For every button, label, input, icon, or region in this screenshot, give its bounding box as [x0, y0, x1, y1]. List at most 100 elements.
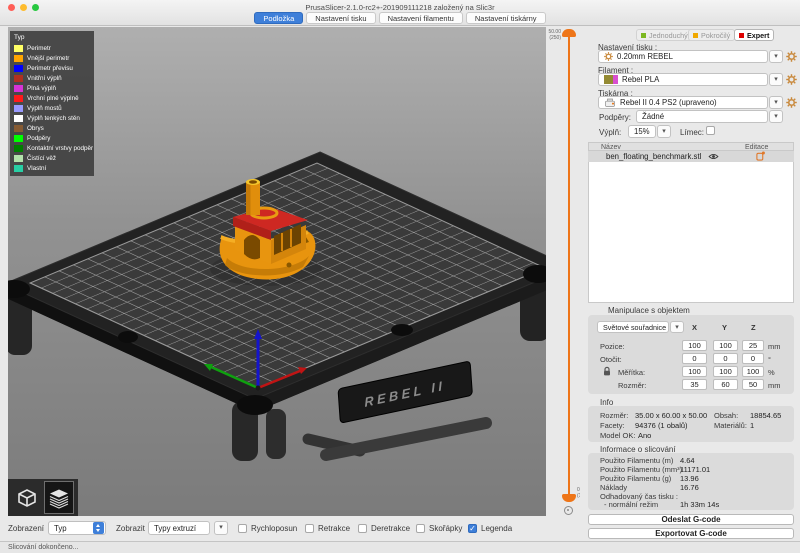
shells-label: Skořápky	[429, 524, 462, 533]
layer-slider-lower-thumb[interactable]	[562, 494, 576, 502]
scale-y-input[interactable]: 100	[713, 366, 738, 377]
info-volume-value: 18854.65	[750, 411, 781, 420]
legend-label: Podpěry	[27, 135, 50, 142]
sliced-row-value: 13.96	[680, 474, 699, 483]
preview-toolbar: Zobrazení Typ Zobrazit Typy extruzí Rych…	[0, 516, 580, 541]
show-features-label: Zobrazit	[116, 524, 145, 533]
name-column-header: Název	[601, 144, 621, 151]
legend-swatch	[14, 135, 23, 142]
print-settings-dropdown-button[interactable]	[769, 50, 783, 63]
rotate-z-input[interactable]: 0	[742, 353, 764, 364]
mode-expert-button[interactable]: Expert	[734, 29, 774, 41]
supports-combo[interactable]: Žádné	[636, 110, 768, 123]
layer-slider-upper-thumb[interactable]	[562, 29, 576, 37]
coordinate-system-combo[interactable]: Světové souřadnice	[597, 321, 669, 333]
manipulation-panel: Světové souřadnice X Y Z Pozice: 100 100…	[588, 315, 794, 394]
size-y-input[interactable]: 60	[713, 379, 738, 390]
sliced-row-label: Použito Filamentu (g)	[600, 474, 671, 483]
tab-filament-settings[interactable]: Nastavení filamentu	[379, 12, 463, 24]
tab-print-settings[interactable]: Nastavení tisku	[306, 12, 375, 24]
legend-checkbox-label: Legenda	[481, 524, 512, 533]
rotate-y-input[interactable]: 0	[713, 353, 738, 364]
legend-label: Plná výplň	[27, 85, 56, 92]
legend-label: Perimetr	[27, 45, 51, 52]
eye-icon[interactable]	[708, 153, 719, 160]
legend-label: Vrchní plné výplně	[27, 95, 79, 102]
legend-swatch	[14, 45, 23, 52]
legend-checkbox[interactable]	[468, 524, 477, 533]
size-z-input[interactable]: 50	[742, 379, 764, 390]
cube-icon	[15, 486, 39, 510]
unretractions-checkbox[interactable]	[358, 524, 367, 533]
brim-checkbox[interactable]	[706, 126, 715, 135]
legend-label: Vlastní	[27, 165, 46, 172]
legend-swatch	[14, 115, 23, 122]
filament-combo[interactable]: Rebel PLA	[598, 73, 768, 86]
retractions-label: Retrakce	[318, 524, 350, 533]
rotate-label: Otočit:	[600, 355, 622, 364]
info-materials-label: Materiálů:	[714, 421, 747, 430]
object-row[interactable]: ben_floating_benchmark.stl	[588, 151, 794, 162]
layer-slider-track[interactable]	[568, 36, 570, 500]
info-materials-value: 1	[750, 421, 754, 430]
filament-dropdown-button[interactable]	[769, 73, 783, 86]
info-manifold-value: Ano	[638, 431, 651, 440]
printer-icon	[604, 98, 616, 108]
legend-swatch	[14, 165, 23, 172]
rotate-unit: °	[768, 355, 771, 364]
filament-gear-icon[interactable]	[786, 74, 797, 85]
infill-dropdown-button[interactable]	[657, 125, 671, 138]
show-features-dropdown-button[interactable]	[214, 521, 228, 535]
edit-column-header: Editace	[745, 144, 768, 151]
sliced-info-panel: Použito Filamentu (m) 4.64 Použito Filam…	[588, 453, 794, 510]
legend-label: Kontaktní vrstvy podpěr	[27, 145, 93, 152]
position-y-input[interactable]: 100	[713, 340, 738, 351]
legend-label: Perimetr převisu	[27, 65, 73, 72]
unretractions-label: Deretrakce	[371, 524, 410, 533]
mode-advanced-button[interactable]: Pokročilý	[688, 29, 735, 41]
scale-z-input[interactable]: 100	[742, 366, 764, 377]
travel-label: Rychloposun	[251, 524, 297, 533]
preview-view-button[interactable]	[44, 481, 74, 514]
position-z-input[interactable]: 25	[742, 340, 764, 351]
3d-view-button[interactable]	[12, 481, 42, 514]
print-settings-combo[interactable]: 0.20mm REBEL	[598, 50, 768, 63]
status-bar: Slicování dokončeno...	[0, 541, 800, 553]
rotate-x-input[interactable]: 0	[682, 353, 707, 364]
print-settings-gear-icon[interactable]	[786, 51, 797, 62]
status-text: Slicování dokončeno...	[8, 544, 78, 551]
travel-checkbox[interactable]	[238, 524, 247, 533]
export-gcode-button[interactable]: Exportovat G-code	[588, 528, 794, 539]
object-settings-icon[interactable]	[756, 151, 765, 161]
printer-combo[interactable]: Rebel II 0.4 PS2 (upraveno)	[598, 96, 768, 109]
profile-gear-icon	[604, 52, 613, 61]
slider-options-icon[interactable]	[564, 506, 573, 515]
retractions-checkbox[interactable]	[305, 524, 314, 533]
shells-checkbox[interactable]	[416, 524, 425, 533]
3d-viewport[interactable]: REBEL II	[8, 27, 546, 516]
position-unit: mm	[768, 342, 781, 351]
tab-printer-settings[interactable]: Nastavení tiskárny	[466, 12, 546, 24]
layer-slider: 50.00 (250) 0.20 (1)	[546, 26, 580, 516]
show-features-combo[interactable]: Typy extruzí	[148, 521, 210, 535]
supports-dropdown-button[interactable]	[769, 110, 783, 123]
mode-simple-button[interactable]: Jednoduchý	[636, 29, 693, 41]
tab-platter[interactable]: Podložka	[254, 12, 303, 24]
info-panel: Rozměr: 35.00 x 60.00 x 50.00 Obsah: 188…	[588, 406, 794, 442]
view-mode-select[interactable]: Typ	[48, 521, 106, 535]
window-title: PrusaSlicer-2.1.0-rc2+-201909111218 zalo…	[0, 3, 800, 12]
object-list[interactable]	[588, 151, 794, 303]
coordinate-system-dropdown-button[interactable]	[670, 321, 684, 333]
scale-x-input[interactable]: 100	[682, 366, 707, 377]
view-toggle-strip	[8, 479, 78, 516]
legend-swatch	[14, 85, 23, 92]
infill-combo[interactable]: 15%	[628, 125, 656, 138]
printer-gear-icon[interactable]	[786, 97, 797, 108]
uniform-scale-lock-icon[interactable]	[603, 366, 611, 376]
position-x-input[interactable]: 100	[682, 340, 707, 351]
legend-label: Obrys	[27, 125, 44, 132]
sliced-row-label: - normální režim	[604, 500, 658, 509]
send-gcode-button[interactable]: Odeslat G-code	[588, 514, 794, 525]
printer-dropdown-button[interactable]	[769, 96, 783, 109]
size-x-input[interactable]: 35	[682, 379, 707, 390]
